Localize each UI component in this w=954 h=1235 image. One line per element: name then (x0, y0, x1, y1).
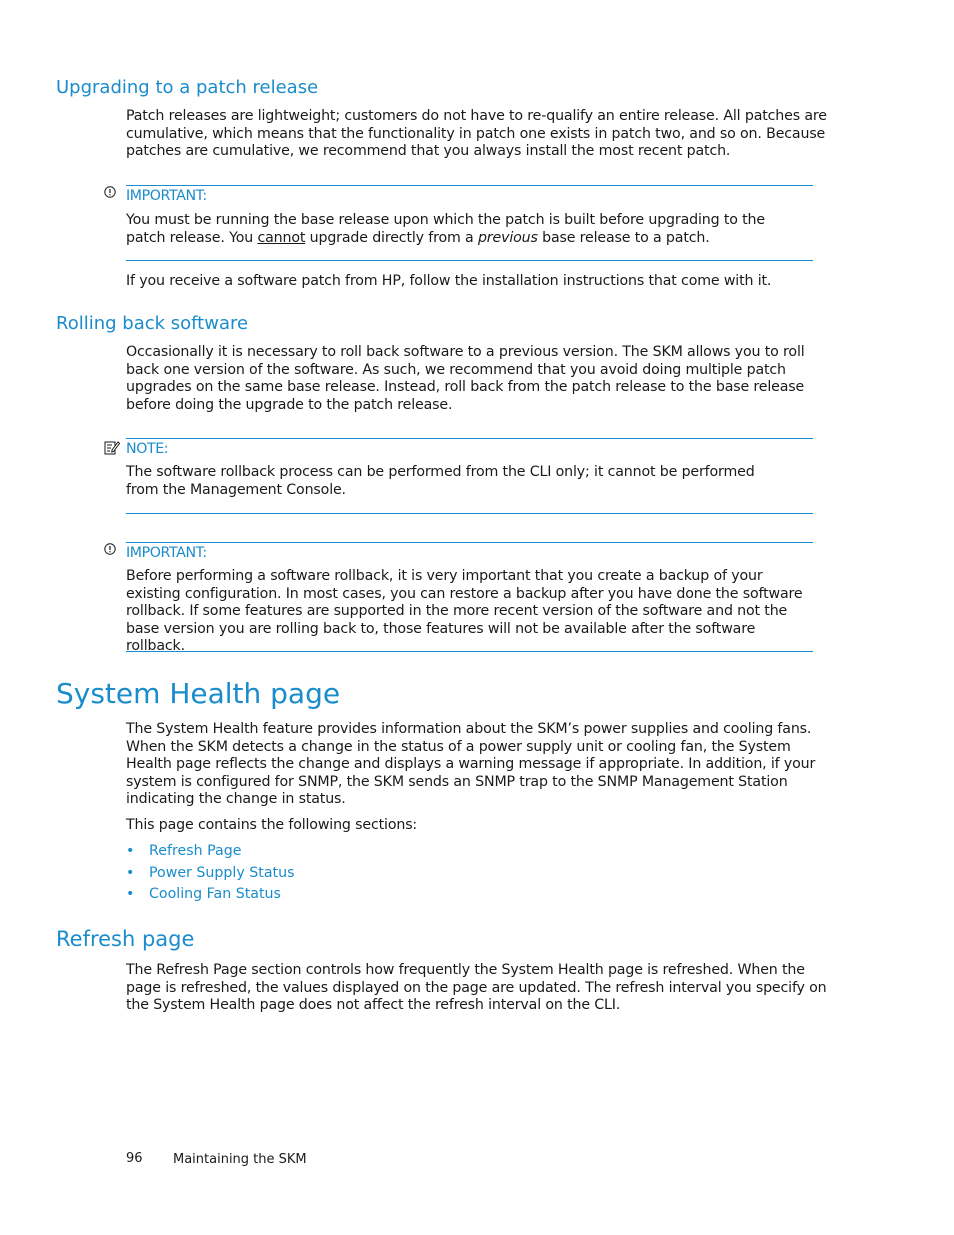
important-title: IMPORTANT: (126, 545, 207, 561)
admonition-rule-bottom (126, 513, 813, 514)
admonition-rule-top (126, 185, 813, 186)
refresh-paragraph: The Refresh Page section controls how fr… (126, 962, 827, 1013)
note-icon (104, 441, 120, 455)
important-title: IMPORTANT: (126, 188, 207, 204)
important-text: Before performing a software rollback, i… (126, 568, 803, 654)
link-refresh-page[interactable]: Refresh Page (149, 843, 241, 859)
bullet: • (126, 864, 135, 881)
system-health-paragraph: The System Health feature provides infor… (126, 721, 816, 807)
section-heading-upgrading: Upgrading to a patch release (56, 77, 319, 98)
section-link-list: • Refresh Page • Power Supply Status • Cool… (126, 841, 294, 906)
bullet: • (126, 843, 135, 859)
note-title: NOTE: (126, 441, 169, 457)
link-cooling-fan-status[interactable]: Cooling Fan Status (149, 886, 281, 902)
admonition-rule-top (126, 438, 813, 439)
important-icon (104, 186, 116, 198)
list-item: • Refresh Page (126, 841, 294, 863)
important-text-part: base release to a patch. (537, 229, 710, 246)
page-number: 96 (126, 1151, 143, 1166)
important-text-italic: previous (477, 229, 538, 246)
admonition-rule-top (126, 542, 813, 543)
section-heading-rolling-back: Rolling back software (56, 313, 249, 334)
rolling-back-paragraph: Occasionally it is necessary to roll bac… (126, 344, 805, 413)
upgrading-paragraph: Patch releases are lightweight; customer… (126, 108, 827, 159)
important-text-underlined: cannot (257, 229, 306, 246)
list-item: • Cooling Fan Status (126, 884, 294, 906)
page-title: System Health page (56, 677, 341, 710)
important-text-part: upgrade directly from a (305, 229, 478, 246)
link-power-supply-status[interactable]: Power Supply Status (149, 865, 294, 881)
section-heading-refresh: Refresh page (56, 927, 195, 951)
system-health-intro: This page contains the following section… (126, 817, 418, 833)
admonition-rule-bottom (126, 651, 813, 652)
important-icon (104, 543, 116, 555)
admonition-rule-bottom (126, 260, 813, 261)
important-text: You must be running the base release upo… (126, 212, 786, 247)
note-text: The software rollback process can be per… (126, 464, 755, 498)
upgrading-after-paragraph: If you receive a software patch from HP,… (126, 273, 772, 289)
list-item: • Power Supply Status (126, 863, 294, 885)
footer-chapter: Maintaining the SKM (173, 1152, 307, 1167)
bullet: • (126, 886, 135, 902)
